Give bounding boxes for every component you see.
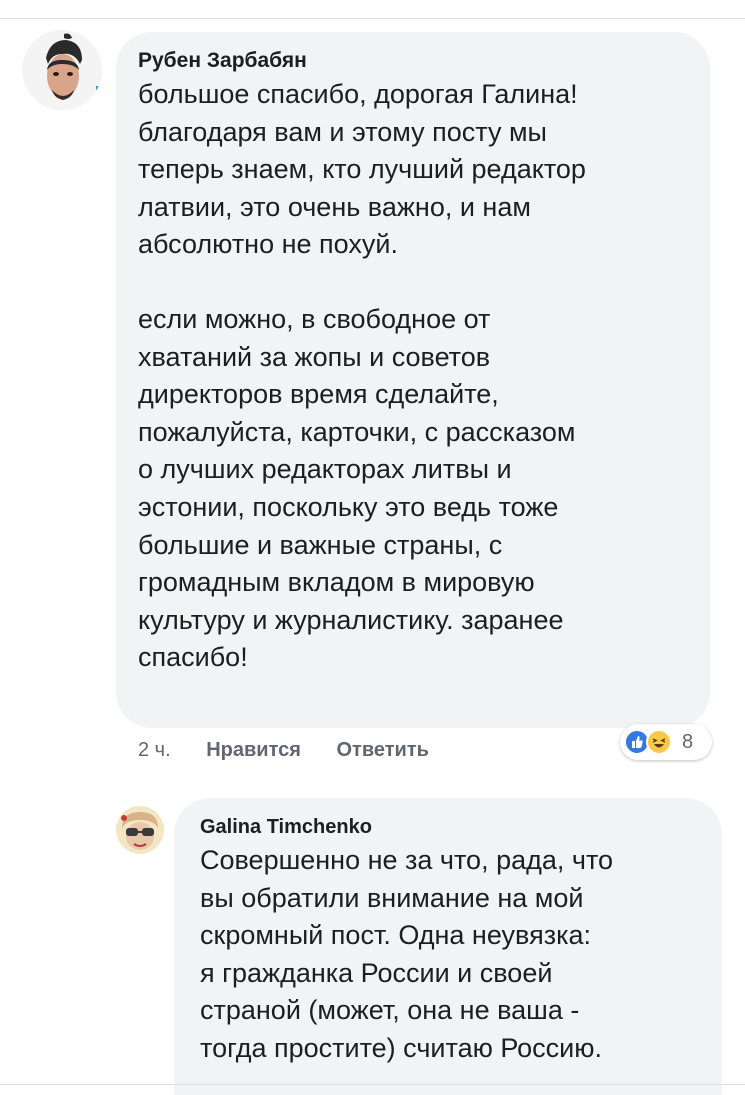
comment-line: эстонии, поскольку это ведь тоже — [138, 491, 559, 522]
comment-line: если можно, в свободное от — [138, 303, 491, 334]
haha-icon — [646, 729, 672, 755]
bottom-divider — [0, 1084, 745, 1085]
comment-line: хватаний за жопы и советов — [138, 341, 491, 372]
comment-line: вы обратили внимание на мой — [200, 882, 584, 913]
comment-author-ruben[interactable]: Рубен Зарбабян — [138, 46, 688, 76]
comment-line: большое спасибо, дорогая Галина! — [138, 79, 578, 109]
comment-line: громадным вкладом в мировую — [138, 567, 535, 598]
comment-line: большие и важные страны, с — [138, 529, 503, 560]
reactions-count: 8 — [682, 731, 694, 753]
comment-line: страной (может, она не ваша - — [200, 995, 580, 1026]
reactions-summary[interactable]: 8 — [620, 724, 712, 760]
avatar-ruben-image — [22, 30, 102, 110]
comment-line: благодаря вам и этому посту мы — [138, 116, 547, 147]
comment-text-galina: Совершенно не за что, рада, что вы обрат… — [200, 842, 696, 1068]
comment-line: абсолютно не похуй. — [138, 229, 398, 260]
comment-line: о лучших редакторах литвы и — [138, 454, 512, 485]
comment-line: латвии, это очень важно, и нам — [138, 191, 531, 222]
top-divider — [0, 18, 745, 19]
comment-line: скромный пост. Одна неувязка: — [200, 920, 591, 951]
comment-bubble-galina: Galina Timchenko Совершенно не за что, р… — [174, 798, 722, 1095]
comment-line: Совершенно не за что, рада, что — [200, 845, 614, 875]
comment-bubble-ruben: Рубен Зарбабян большое спасибо, дорогая … — [116, 32, 710, 728]
avatar-ruben[interactable] — [22, 30, 102, 110]
reply-button[interactable]: Ответить — [336, 739, 428, 761]
comment-text-ruben: большое спасибо, дорогая Галина! благода… — [138, 76, 688, 677]
comment-line: спасибо! — [138, 642, 248, 673]
comment-line: тогда простите) считаю Россию. — [200, 1032, 603, 1063]
comment-line: директоров время сделайте, — [138, 379, 499, 410]
avatar-galina[interactable] — [116, 806, 164, 854]
comment-line: теперь знаем, кто лучший редактор — [138, 154, 586, 185]
comment-timestamp[interactable]: 2 ч. — [138, 739, 171, 761]
like-button[interactable]: Нравится — [206, 739, 301, 761]
comment-line: пожалуйста, карточки, с рассказом — [138, 416, 576, 447]
comment-line: культуру и журналистику. заранее — [138, 604, 564, 635]
comment-author-galina[interactable]: Galina Timchenko — [200, 812, 696, 842]
avatar-galina-image — [116, 806, 164, 854]
comment-line: я гражданка России и своей — [200, 957, 553, 988]
comment-meta-ruben: 2 ч. Нравится Ответить — [138, 736, 459, 764]
